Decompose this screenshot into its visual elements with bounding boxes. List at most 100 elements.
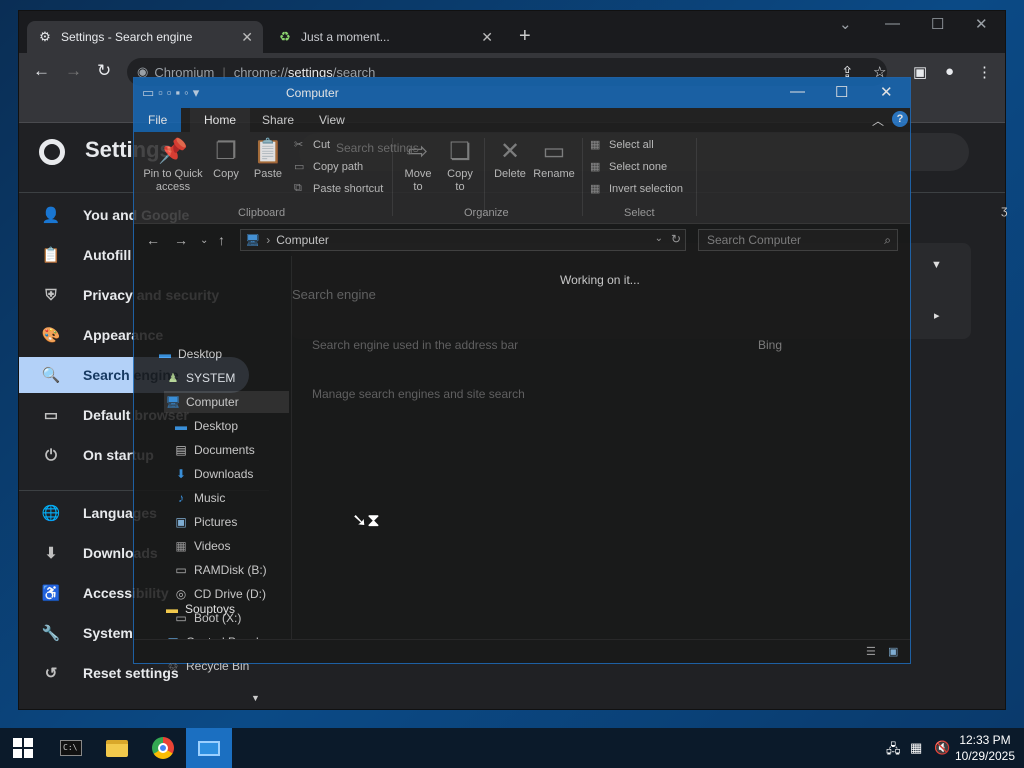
wrench-icon: 🔧 — [41, 625, 61, 642]
select-all-button[interactable]: ▦ Select all — [590, 138, 654, 152]
nav-item-desktop-2[interactable]: ▬ Desktop — [172, 415, 238, 437]
tab-home[interactable]: Home — [190, 108, 251, 132]
tab-label: Just a moment... — [301, 30, 390, 44]
button-label: Paste — [253, 168, 283, 180]
paste-shortcut-button[interactable]: ⧉ Paste shortcut — [294, 182, 383, 195]
cut-button[interactable]: ✂ Cut — [294, 138, 330, 152]
help-icon[interactable]: ? — [892, 111, 908, 127]
recent-locations-icon[interactable]: ⌄ — [200, 235, 208, 246]
address-bar-row: ← → ⌄ ↑ 🖥 › Computer ⌄ ↻ Search Computer… — [134, 224, 910, 256]
nav-label: Pictures — [194, 515, 238, 529]
scroll-down-arrow[interactable]: ▼ — [251, 693, 260, 703]
group-label-select: Select — [624, 207, 655, 219]
pin-to-quick-access-button[interactable]: 📌 Pin to Quick access — [140, 136, 206, 194]
nav-item-music[interactable]: ♪ Music — [172, 487, 225, 509]
ribbon: 📌 Pin to Quick access ❐ Copy 📋 Paste ✂ Cu… — [134, 132, 910, 224]
sidebar-item-label: Autofill — [83, 247, 132, 263]
chevron-down-icon[interactable]: ▼ — [931, 259, 942, 271]
nav-item-computer[interactable]: 🖥 Computer — [164, 391, 289, 413]
minimize-button[interactable]: — — [885, 15, 900, 32]
taskbar-chromium[interactable] — [140, 728, 186, 768]
profile-icon[interactable]: ● — [945, 63, 954, 80]
menu-icon[interactable]: ⋮ — [977, 63, 992, 81]
paste-button[interactable]: 📋 Paste — [250, 136, 286, 181]
side-panel-icon[interactable]: ▣ — [913, 63, 927, 81]
nav-label: Desktop — [194, 419, 239, 433]
button-label: Pin to Quick access — [143, 168, 203, 193]
tab-search-icon[interactable]: ⌄ — [839, 15, 852, 33]
copy-path-button[interactable]: ▭ Copy path — [294, 160, 363, 174]
copy-to-button[interactable]: ❏ Copy to — [442, 136, 478, 194]
back-button[interactable]: ← — [33, 61, 50, 81]
copy-button[interactable]: ❐ Copy — [210, 136, 242, 181]
tab-view[interactable]: View — [305, 108, 359, 132]
chevron-right-icon[interactable]: ▸ — [934, 309, 940, 322]
new-tab-button[interactable]: + — [519, 25, 531, 48]
close-tab-icon[interactable]: ✕ — [241, 29, 253, 46]
quick-access-toolbar[interactable]: ▭▫▫▪◦▾ — [142, 85, 203, 101]
nav-item-ramdisk[interactable]: ▭ RAMDisk (B:) — [172, 559, 267, 581]
nav-label: Souptoys — [185, 602, 236, 616]
folder-icon: ▬ — [166, 602, 178, 616]
delete-button[interactable]: ✕ Delete — [490, 136, 530, 181]
window-title: Computer — [286, 86, 339, 100]
forward-button[interactable]: → — [174, 232, 188, 248]
taskbar-computer-window[interactable] — [186, 728, 232, 768]
nav-label: Downloads — [194, 467, 254, 481]
rename-button[interactable]: ▭ Rename — [532, 136, 576, 181]
downloads-icon: ⬇ — [175, 467, 187, 481]
back-button[interactable]: ← — [146, 232, 160, 248]
taskbar-file-explorer[interactable] — [94, 728, 140, 768]
taskbar-command-prompt[interactable]: C:\ — [48, 728, 94, 768]
shortcut-icon: ⧉ — [294, 182, 302, 194]
nav-item-pictures[interactable]: ▣ Pictures — [172, 511, 237, 533]
chevron-right-icon[interactable]: › — [266, 233, 270, 247]
file-explorer-icon — [106, 739, 128, 757]
power-icon: ⏻ — [45, 446, 57, 464]
tab-file[interactable]: File — [134, 108, 182, 132]
start-button[interactable] — [0, 728, 46, 768]
details-view-icon[interactable]: ☰ — [866, 645, 876, 658]
network-icon[interactable]: 🖧 — [886, 740, 901, 762]
desktop-icon: ▬ — [159, 347, 171, 361]
paste-icon: 📋 — [253, 138, 283, 165]
chevron-down-icon[interactable]: ⌄ — [655, 233, 663, 244]
forward-button[interactable]: → — [65, 61, 82, 81]
divider — [484, 138, 485, 216]
nav-item-desktop[interactable]: ▬ Desktop — [156, 343, 222, 365]
tab-settings[interactable]: ⚙ Settings - Search engine ✕ — [27, 21, 263, 53]
command-prompt-icon: C:\ — [60, 740, 82, 756]
select-none-button[interactable]: ▦ Select none — [590, 160, 667, 174]
tab-share[interactable]: Share — [248, 108, 308, 132]
computer-icon — [198, 740, 220, 756]
color-display-icon[interactable]: ▦ — [910, 740, 922, 756]
divider — [696, 138, 697, 216]
maximize-button[interactable]: ☐ — [931, 15, 944, 33]
nav-item-system[interactable]: ♟ SYSTEM — [164, 367, 236, 389]
maximize-button[interactable]: ☐ — [835, 83, 848, 101]
nav-item-videos[interactable]: ▦ Videos — [172, 535, 230, 557]
close-tab-icon[interactable]: ✕ — [481, 29, 493, 46]
nav-item-downloads[interactable]: ⬇ Downloads — [172, 463, 253, 485]
system-clock[interactable]: 12:33 PM 10/29/2025 — [952, 732, 1018, 764]
nav-label: Desktop — [178, 347, 223, 361]
nav-item-souptoys[interactable]: ▬ Souptoys — [163, 598, 235, 620]
section-title: Search engine — [292, 287, 376, 302]
nav-label: RAMDisk (B:) — [194, 563, 267, 577]
collapse-ribbon-icon[interactable]: ︿ — [872, 112, 884, 129]
invert-selection-button[interactable]: ▦ Invert selection — [590, 182, 683, 196]
reload-button[interactable]: ↻ — [97, 61, 111, 81]
address-field[interactable]: 🖥 › Computer ⌄ ↻ — [240, 229, 686, 251]
large-icons-view-icon[interactable]: ▣ — [888, 645, 898, 658]
nav-item-documents[interactable]: ▤ Documents — [172, 439, 254, 461]
refresh-icon[interactable]: ↻ — [671, 232, 681, 246]
close-window-button[interactable]: ✕ — [975, 15, 988, 33]
up-button[interactable]: ↑ — [218, 232, 225, 248]
close-window-button[interactable]: ✕ — [880, 83, 893, 101]
volume-muted-icon[interactable]: 🔇 — [934, 740, 950, 756]
minimize-button[interactable]: — — [790, 83, 805, 100]
tab-just-a-moment[interactable]: ♻ Just a moment... ✕ — [267, 21, 503, 53]
sidebar-item-label: System — [83, 625, 133, 641]
search-input[interactable]: Search Computer ⌕ — [698, 229, 898, 251]
documents-icon: ▤ — [175, 443, 187, 457]
